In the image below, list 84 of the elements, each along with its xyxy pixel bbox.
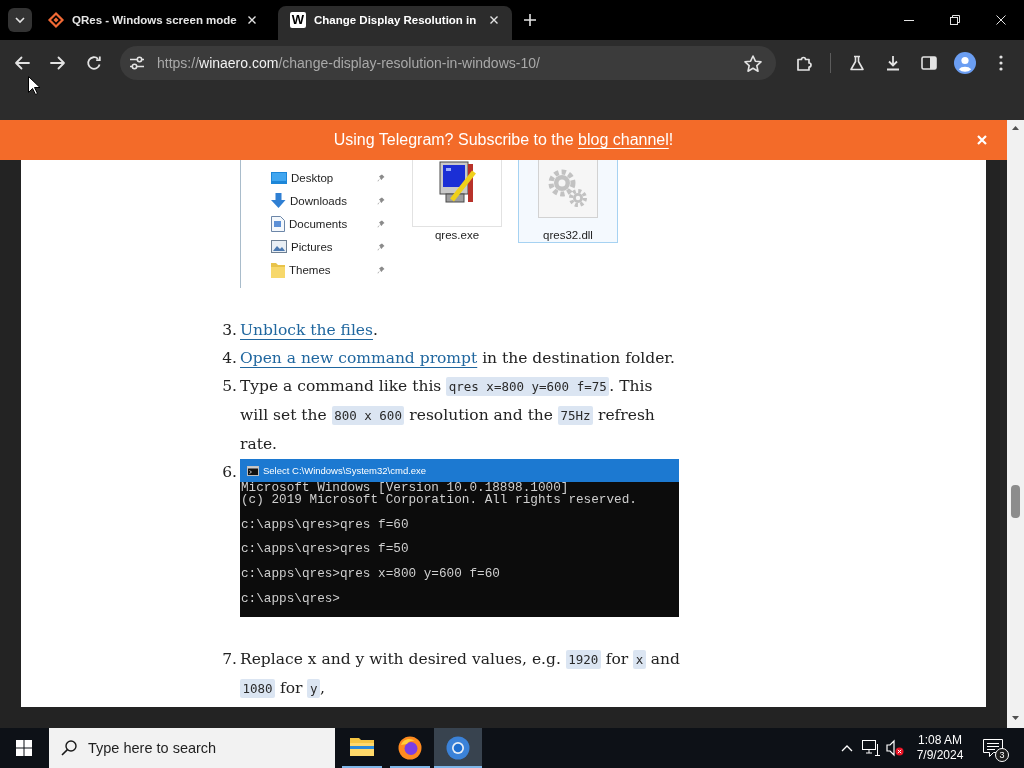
step-number: 4.: [222, 348, 237, 369]
gears-icon: [548, 169, 588, 208]
minimize-icon[interactable]: [904, 19, 914, 21]
console-line: Microsoft Windows [Version 10.0.18898.1000]: [241, 482, 569, 495]
mouse-cursor-icon: [28, 76, 40, 95]
bookmark-star-icon[interactable]: [744, 54, 762, 72]
restore-icon[interactable]: [950, 15, 960, 25]
console-line: c:\apps\qres>: [241, 592, 340, 605]
download-icon[interactable]: [885, 55, 901, 71]
nav-item-label: Desktop: [291, 171, 334, 184]
browser-icon: [446, 736, 470, 760]
site-settings-icon[interactable]: [129, 56, 145, 70]
plus-icon[interactable]: [524, 14, 536, 26]
file-name: qres.exe: [434, 228, 480, 243]
inline-code: 75Hz: [557, 406, 594, 425]
inline-code: 1080: [240, 679, 276, 698]
step-number: 3.: [222, 320, 237, 341]
scroll-down-icon[interactable]: [1012, 716, 1019, 720]
browser-icon: [398, 736, 422, 760]
chevron-down-icon: [15, 17, 25, 23]
down-arrow-icon: [271, 193, 286, 208]
folder-icon: [350, 736, 374, 756]
clock-button[interactable]: 1:08 AM 7/9/2024: [910, 728, 970, 768]
file-name: qres32.dll: [543, 228, 593, 243]
scroll-up-icon[interactable]: [1012, 126, 1019, 130]
favicon: W: [290, 12, 306, 28]
url-text: https://winaero.com/change-display-resolution-in-windows-10/: [157, 55, 540, 71]
monitor-pencil-icon: [437, 160, 477, 206]
profile-avatar-icon[interactable]: [954, 52, 976, 74]
step-text: Open a new command prompt in the destination folder.: [240, 348, 676, 369]
nav-item-label: Themes: [289, 263, 331, 276]
console-line: (c) 2019 Microsoft Corporation. All rights reserved.: [241, 494, 637, 507]
banner-text: Using Telegram? Subscribe to the blog channel!: [333, 131, 674, 149]
browser-tab[interactable]: QRes - Windows screen mode: [36, 6, 270, 40]
document-icon: [271, 215, 285, 232]
step-link[interactable]: Unblock the files: [240, 321, 373, 339]
inline-code: 1920: [565, 650, 601, 669]
inline-code: qres x=800 y=600 f=75: [446, 377, 610, 396]
scrollbar[interactable]: [1007, 120, 1024, 728]
console-title: Select C:\Windows\System32\cmd.exe: [263, 464, 427, 477]
console-line: c:\apps\qres>qres f=50: [241, 543, 409, 556]
search-icon: [61, 740, 77, 756]
address-bar[interactable]: https://winaero.com/change-display-resolution-in-windows-10/: [120, 46, 776, 80]
tab-search-button[interactable]: [8, 8, 32, 32]
network-icon[interactable]: [862, 740, 880, 756]
console-line: c:\apps\qres>qres f=60: [241, 518, 409, 532]
console-icon: [247, 465, 259, 476]
diamond-icon: [48, 12, 64, 28]
forward-arrow-icon[interactable]: [50, 56, 66, 70]
search-field[interactable]: Type here to search: [49, 728, 335, 768]
reload-icon[interactable]: [86, 55, 102, 71]
step-number: 7.: [222, 649, 237, 670]
step-number: 5.: [222, 376, 237, 397]
side-panel-icon[interactable]: [921, 56, 937, 70]
desktop-icon: [271, 171, 287, 184]
step-link[interactable]: Open a new command prompt: [240, 349, 478, 367]
close-icon[interactable]: [490, 16, 498, 24]
notification-badge: 3: [995, 748, 1009, 762]
console-line: c:\apps\qres>qres x=800 y=600 f=60: [241, 568, 500, 581]
inline-code: y: [307, 679, 320, 698]
browser-tab[interactable]: W Change Display Resolution in: [278, 6, 512, 40]
chevron-up-icon[interactable]: [841, 744, 853, 752]
close-icon[interactable]: [248, 16, 256, 24]
nav-item-label: Documents: [289, 217, 348, 230]
nav-item-label: Downloads: [290, 194, 347, 207]
notification-icon[interactable]: [983, 739, 1003, 757]
nav-item-label: Pictures: [291, 240, 333, 253]
inline-code: 800 x 600: [331, 406, 405, 425]
taskbar-app-button[interactable]: [434, 728, 482, 768]
step-text: Unblock the files.: [240, 320, 379, 341]
scrollbar-thumb[interactable]: [1011, 485, 1020, 518]
windows-logo-icon[interactable]: [16, 740, 32, 756]
folder-icon: [271, 261, 285, 278]
close-icon[interactable]: [996, 15, 1006, 25]
inline-code: x: [633, 650, 646, 669]
step-text: Type a command like this qres x=800 y=600 f=75 . This will set the 800 x 600 resolution and the 75Hz refresh rate.: [240, 376, 656, 455]
menu-icon[interactable]: [999, 55, 1003, 71]
picture-icon: [271, 240, 287, 253]
step-text: Replace x and y with desired values, e.g. 1920 for x and 1080 for y ,: [240, 649, 681, 700]
volume-muted-icon[interactable]: [886, 740, 904, 756]
step-number: 6.: [222, 462, 237, 483]
back-arrow-icon[interactable]: [14, 56, 30, 70]
puzzle-icon[interactable]: [796, 55, 812, 71]
flask-icon[interactable]: [849, 55, 865, 71]
